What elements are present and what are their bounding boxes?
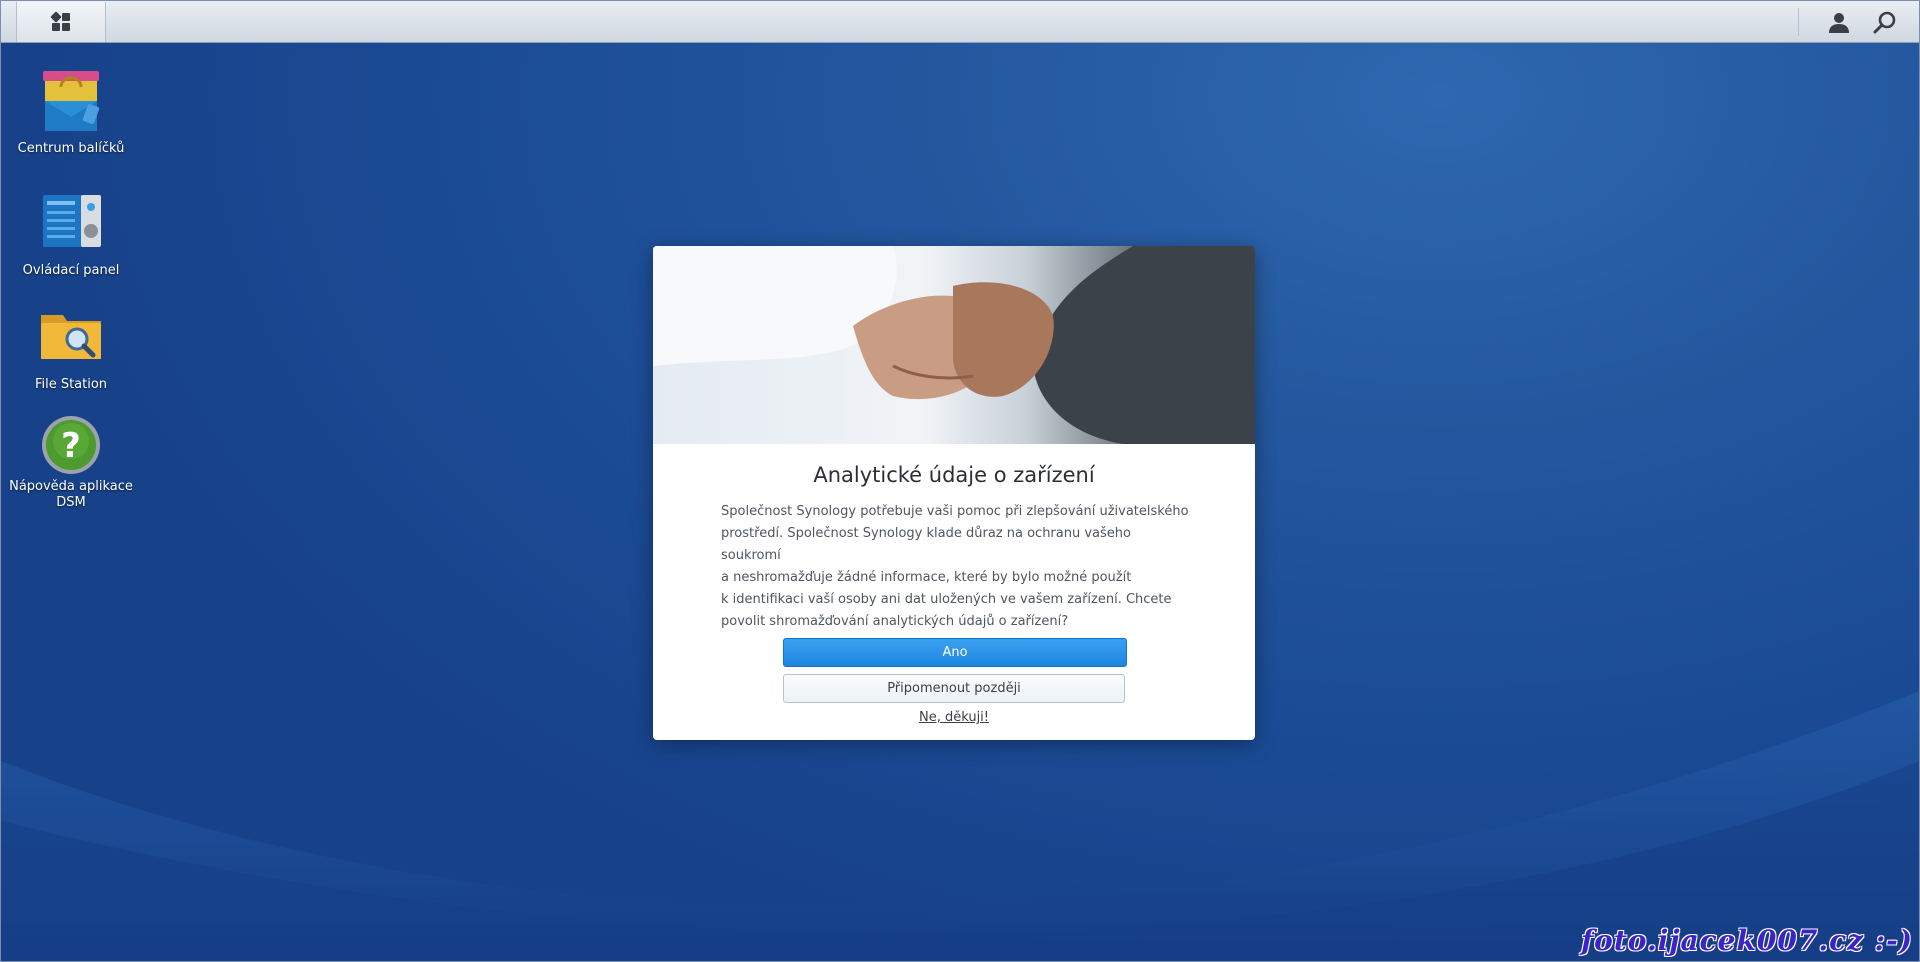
handshake-photo — [653, 246, 1255, 444]
dialog-body-line: k identifikaci vaší osoby ani dat uložen… — [721, 592, 1172, 607]
desktop-icon-label: Centrum balíčků — [17, 141, 125, 156]
dialog-body: Společnost Synology potřebuje vaši pomoc… — [721, 501, 1191, 633]
remind-later-button[interactable]: Připomenout později — [783, 674, 1125, 703]
desktop-icon-label: Ovládací panel — [22, 263, 120, 278]
dialog-body-line: prostředí. Společnost Synology klade důr… — [721, 526, 1131, 563]
dialog-body-line: Společnost Synology potřebuje vaši pomoc… — [721, 504, 1189, 519]
screen-frame: Centrum balíčků Ovládací panel File Stat… — [0, 0, 1920, 962]
search-button[interactable] — [1873, 10, 1897, 34]
no-thanks-link[interactable]: Ne, děkuji! — [653, 710, 1255, 725]
user-icon — [1829, 12, 1849, 33]
yes-button[interactable]: Ano — [783, 638, 1127, 667]
taskbar — [1, 1, 1919, 43]
watermark: foto.ijacek007.cz :-) — [1581, 924, 1913, 957]
main-menu-button[interactable] — [16, 2, 106, 42]
file-station-icon — [35, 301, 107, 373]
help-icon: ? — [35, 415, 107, 487]
analytics-consent-dialog: Analytické údaje o zařízení Společnost S… — [653, 246, 1255, 740]
taskbar-right — [1798, 1, 1919, 42]
grid-menu-icon — [50, 11, 70, 31]
user-button[interactable] — [1827, 10, 1851, 34]
package-center-icon — [35, 65, 107, 137]
svg-text:?: ? — [61, 426, 81, 466]
control-panel-icon — [35, 187, 107, 259]
desktop-icon-package-center[interactable]: Centrum balíčků — [6, 65, 136, 157]
desktop-icon-control-panel[interactable]: Ovládací panel — [6, 187, 136, 279]
desktop-icon-file-station[interactable]: File Station — [6, 301, 136, 393]
taskbar-separator — [1798, 7, 1799, 36]
dialog-body-line: a neshromažďuje žádné informace, které b… — [721, 570, 1132, 585]
desktop-icon-label: File Station — [34, 377, 108, 392]
dialog-body-line: povolit shromažďování analytických údajů… — [721, 614, 1069, 629]
dialog-title: Analytické údaje o zařízení — [813, 463, 1095, 487]
desktop-icon-help[interactable]: ? Nápověda aplikace DSM — [6, 415, 136, 511]
search-icon — [1873, 11, 1896, 33]
